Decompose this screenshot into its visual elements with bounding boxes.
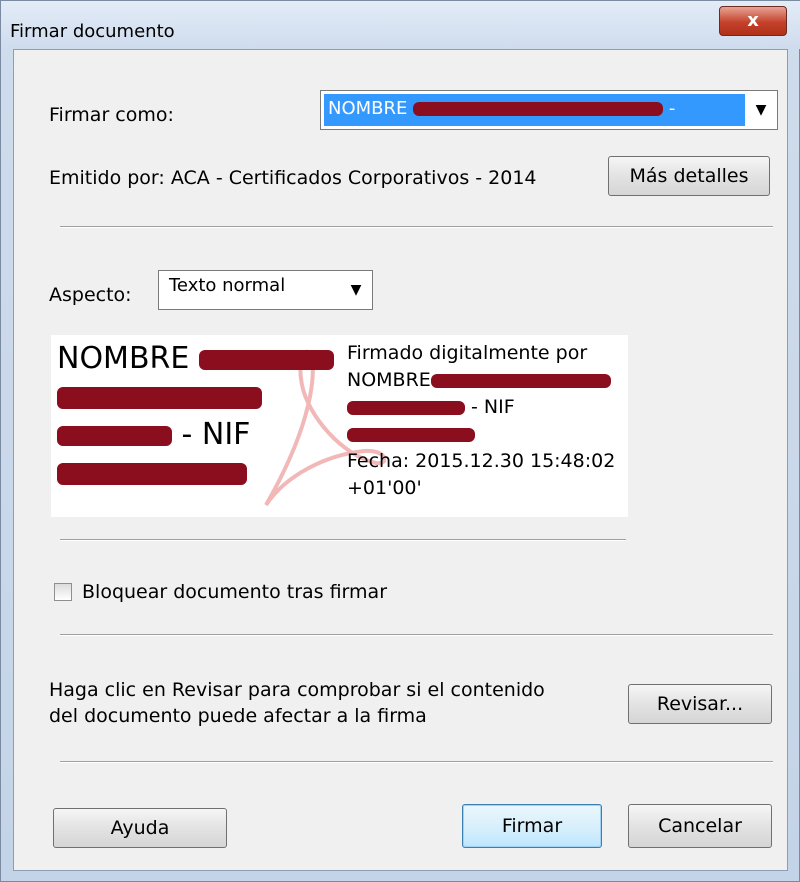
dialog-title: Firmar documento (10, 21, 175, 42)
redacted-text (430, 373, 611, 388)
preview-signer-name: NOMBRE (347, 369, 431, 391)
redacted-text (413, 102, 664, 116)
review-text-line1: Haga clic en Revisar para comprobar si e… (49, 679, 545, 701)
preview-date: Fecha: 2015.12.30 15:48:02 (347, 450, 616, 472)
preview-name: NOMBRE (57, 341, 190, 376)
chevron-down-icon[interactable]: ▼ (342, 273, 370, 307)
redacted-text (347, 400, 465, 415)
sign-button[interactable]: Firmar (462, 804, 602, 848)
more-details-button[interactable]: Más detalles (608, 156, 770, 196)
separator (60, 226, 773, 228)
redacted-text (57, 462, 247, 485)
help-button[interactable]: Ayuda (53, 808, 227, 848)
lock-document-label[interactable]: Bloquear documento tras firmar (82, 581, 387, 603)
separator (60, 539, 626, 541)
title-bar[interactable]: Firmar documento x (1, 1, 800, 49)
preview-signer-nif: - NIF (465, 396, 515, 418)
appearance-selected-value: Texto normal (169, 275, 286, 296)
preview-details-block: Firmado digitalmente por NOMBRE - NIF Fe… (347, 340, 615, 502)
preview-nif: - NIF (172, 417, 251, 452)
close-icon: x (747, 10, 759, 31)
redacted-text (347, 427, 475, 442)
preview-signed-by: Firmado digitalmente por (347, 342, 588, 364)
chevron-down-icon[interactable]: ▼ (747, 93, 775, 127)
issuer-text: Emitido por: ACA - Certificados Corporat… (49, 167, 537, 189)
redacted-text (57, 425, 172, 446)
preview-timezone: +01'00' (347, 477, 422, 499)
review-button[interactable]: Revisar... (628, 684, 772, 724)
separator (60, 761, 773, 763)
appearance-select[interactable]: Texto normal ▼ (158, 270, 373, 310)
redacted-text (57, 386, 262, 409)
sign-as-label: Firmar como: (49, 104, 174, 126)
sign-document-dialog: Firmar documento x Firmar como: NOMBRE -… (0, 0, 800, 882)
sign-as-select[interactable]: NOMBRE - ▼ (320, 90, 778, 130)
separator (60, 634, 773, 636)
close-button[interactable]: x (719, 6, 787, 36)
dialog-body: Firmar como: NOMBRE - ▼ Emitido por: ACA… (13, 49, 788, 871)
lock-document-checkbox[interactable] (54, 583, 72, 601)
sign-as-selected-value: NOMBRE - (324, 94, 745, 126)
appearance-label: Aspecto: (49, 284, 132, 306)
signature-preview: NOMBRE - NIF Firmado digitalmente por NO… (51, 335, 628, 517)
cancel-button[interactable]: Cancelar (628, 804, 772, 848)
preview-name-block: NOMBRE - NIF (57, 341, 349, 493)
review-text-line2: del documento puede afectar a la firma (49, 705, 427, 727)
redacted-text (198, 349, 334, 370)
